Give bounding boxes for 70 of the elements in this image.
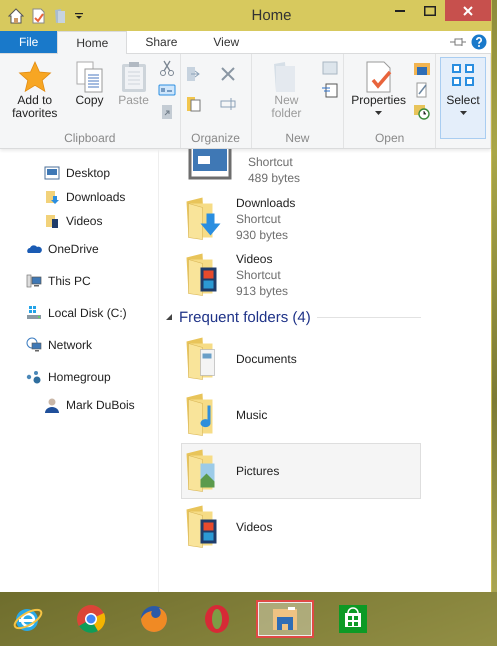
- section-header: Frequent folders (4): [179, 308, 311, 326]
- nav-item[interactable]: Mark DuBois: [0, 393, 158, 417]
- history-icon[interactable]: [413, 103, 431, 121]
- ribbon-button[interactable]: Copy: [70, 57, 110, 125]
- network-icon: [26, 337, 42, 353]
- star-icon: [18, 60, 52, 94]
- properties-icon[interactable]: [30, 8, 46, 24]
- folder-item[interactable]: Documents: [181, 331, 421, 387]
- store-icon: [337, 603, 369, 635]
- minimize-icon: [395, 10, 405, 12]
- nav-item[interactable]: Local Disk (C:): [0, 297, 158, 329]
- nav-item[interactable]: This PC: [0, 265, 158, 297]
- folder-icon: [186, 197, 222, 241]
- folder-name: Pictures: [236, 464, 280, 478]
- ribbon-button[interactable]: Add to favorites: [4, 57, 66, 125]
- home-icon[interactable]: [8, 8, 24, 24]
- ribbon-tab[interactable]: Home: [57, 31, 128, 54]
- nav-item[interactable]: Network: [0, 329, 158, 361]
- group-label: New: [284, 130, 310, 147]
- folder-name: Videos: [236, 520, 272, 534]
- ribbon-tab[interactable]: View: [195, 31, 258, 53]
- copy-to-icon[interactable]: [184, 95, 203, 113]
- folder-icon: [44, 213, 60, 229]
- computer-icon: [26, 273, 42, 289]
- group-label: Open: [374, 130, 406, 147]
- file-name: Downloads: [236, 195, 296, 211]
- folder-item[interactable]: Pictures: [181, 443, 421, 499]
- folder-item[interactable]: Music: [181, 387, 421, 443]
- cut-icon[interactable]: [158, 59, 176, 77]
- browser-icon: [138, 603, 170, 635]
- delete-icon[interactable]: [218, 65, 237, 83]
- browser-icon: [75, 603, 107, 635]
- close-button[interactable]: [445, 0, 491, 21]
- window-title: Home: [250, 7, 292, 24]
- close-icon: [463, 6, 473, 16]
- file-tab[interactable]: File: [0, 31, 58, 53]
- folder-name: Documents: [236, 352, 297, 366]
- group-label: Clipboard: [63, 130, 116, 147]
- homegroup-icon: [26, 369, 42, 385]
- taskbar-button[interactable]: [256, 600, 314, 638]
- help-icon[interactable]: [471, 34, 487, 50]
- nav-item[interactable]: Desktop: [0, 161, 158, 185]
- file-type: Shortcut: [236, 267, 282, 283]
- maximize-icon: [424, 6, 436, 16]
- file-type: Shortcut: [236, 211, 282, 227]
- collapse-icon[interactable]: [165, 313, 173, 321]
- file-size: 930 bytes: [236, 227, 290, 243]
- rename-icon[interactable]: [218, 95, 237, 113]
- user-avatar: [44, 397, 60, 413]
- group-label: Organize: [190, 130, 241, 147]
- dropdown-button[interactable]: Properties: [348, 57, 409, 125]
- caret-icon: [375, 111, 382, 115]
- folder-name: Music: [236, 408, 268, 422]
- folder-item[interactable]: Videos: [181, 499, 421, 555]
- file-type: Shortcut: [248, 154, 294, 170]
- caret-icon: [460, 111, 466, 115]
- nav-item[interactable]: Downloads: [0, 185, 158, 209]
- desktop-icon: [44, 165, 60, 181]
- dropdown-button[interactable]: Select: [440, 57, 486, 139]
- easy-access-icon[interactable]: [321, 81, 340, 99]
- ribbon-tab[interactable]: Share: [127, 31, 196, 53]
- pin-icon[interactable]: [449, 36, 467, 48]
- nav-item[interactable]: Videos: [0, 209, 158, 233]
- nav-item[interactable]: Homegroup: [0, 361, 158, 393]
- file-name: Videos: [236, 251, 274, 267]
- nav-item[interactable]: OneDrive: [0, 233, 158, 265]
- folder-icon: [44, 189, 60, 205]
- file-size: 489 bytes: [248, 170, 300, 186]
- drive-icon: [26, 305, 42, 321]
- file-size: 913 bytes: [236, 283, 288, 299]
